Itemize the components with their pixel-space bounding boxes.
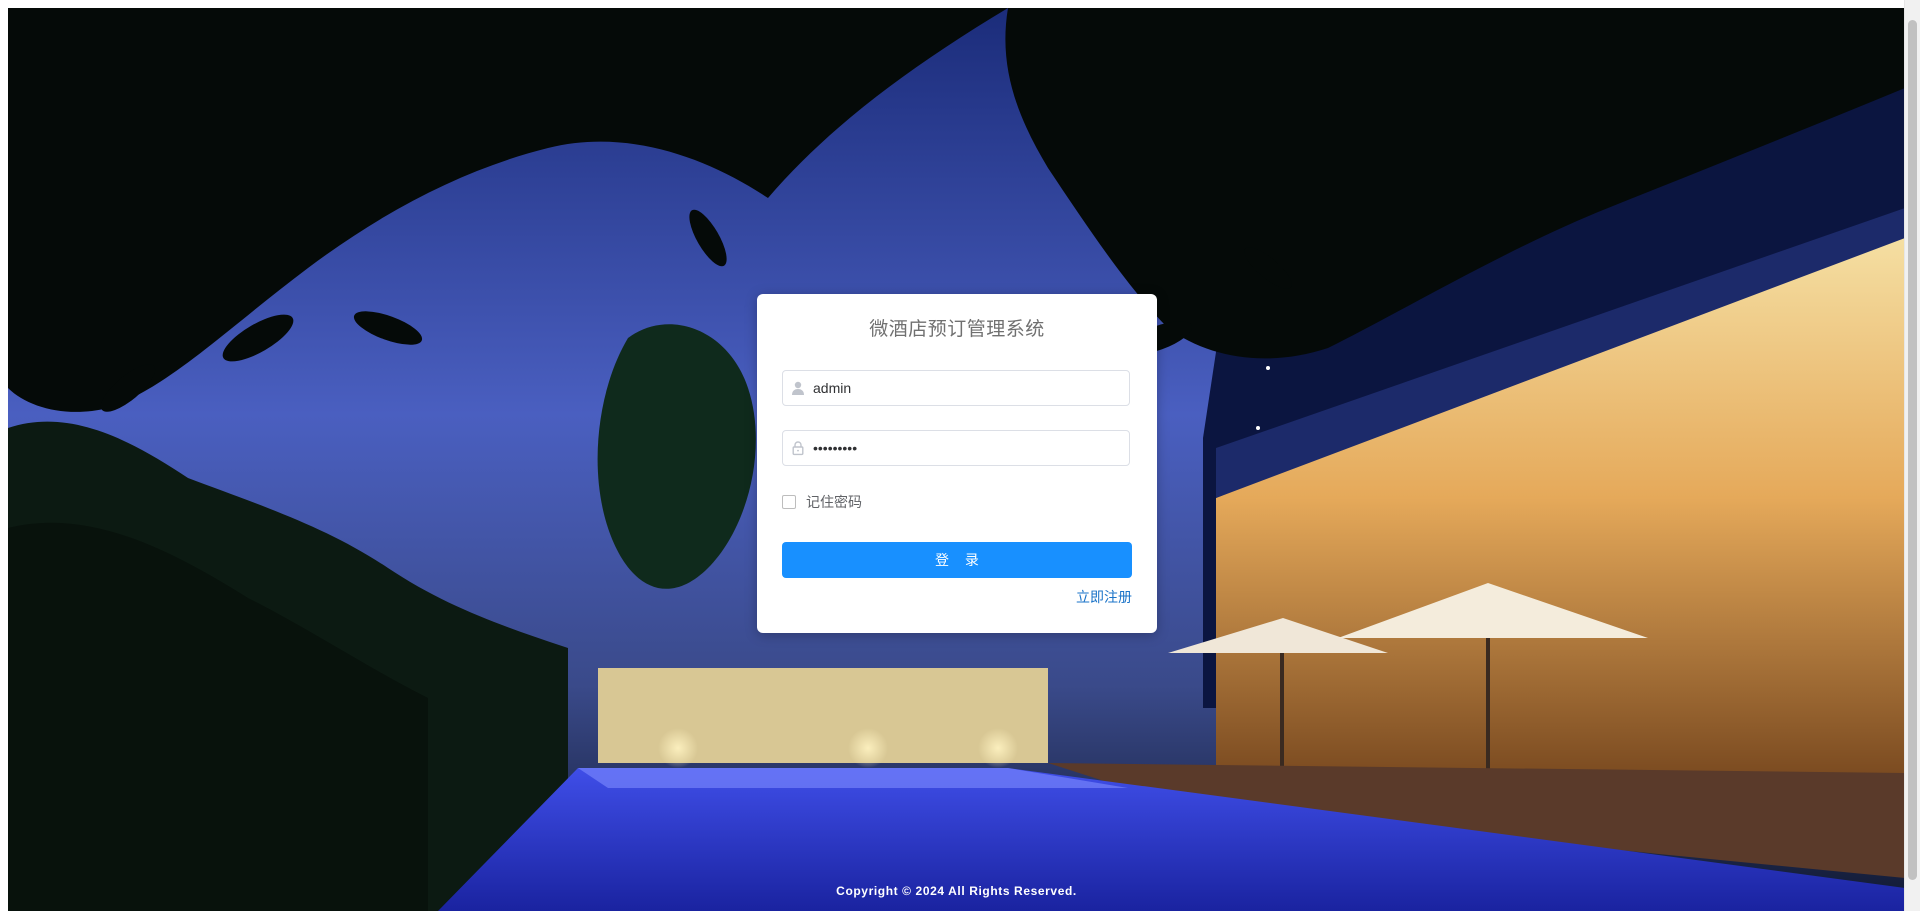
username-field[interactable] (782, 370, 1130, 406)
login-page: 微酒店预订管理系统 记住密码 登 录 立即注册 Copyright © 2024… (8, 8, 1905, 911)
remember-checkbox[interactable] (782, 495, 796, 509)
remember-password[interactable]: 记住密码 (782, 493, 862, 511)
scrollbar-thumb[interactable] (1908, 20, 1917, 880)
vertical-scrollbar[interactable] (1904, 0, 1920, 911)
login-title: 微酒店预订管理系统 (869, 319, 1045, 340)
login-button[interactable]: 登 录 (782, 542, 1132, 578)
password-input[interactable] (813, 431, 1123, 465)
user-icon (792, 381, 804, 395)
lock-icon (792, 441, 804, 456)
remember-label: 记住密码 (806, 494, 862, 510)
login-card: 微酒店预订管理系统 记住密码 登 录 立即注册 (757, 294, 1157, 633)
password-field[interactable] (782, 430, 1130, 466)
register-link[interactable]: 立即注册 (1076, 587, 1132, 607)
username-input[interactable] (813, 371, 1123, 405)
copyright-text: Copyright © 2024 All Rights Reserved. (836, 884, 1077, 898)
